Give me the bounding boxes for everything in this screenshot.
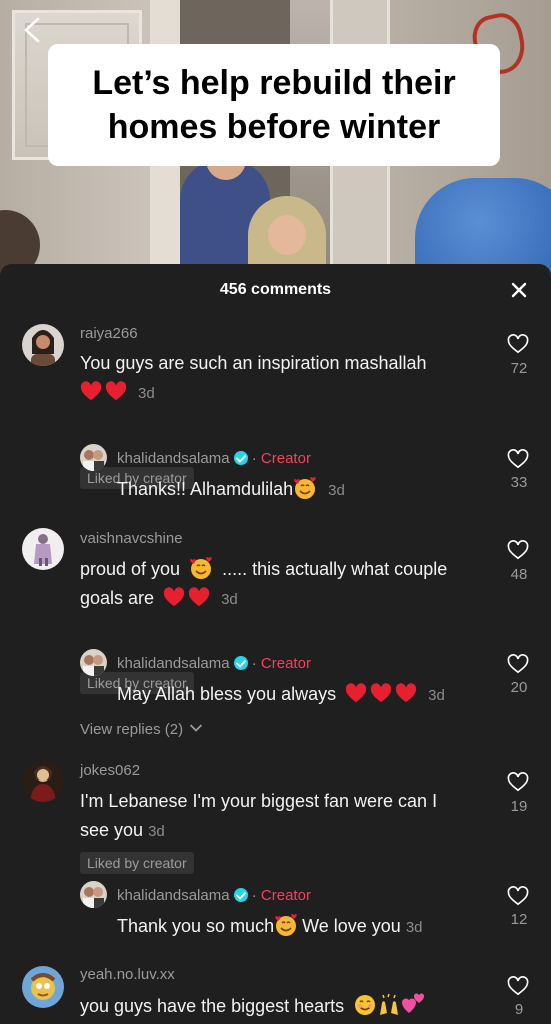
avatar[interactable]	[80, 444, 107, 471]
avatar[interactable]	[22, 966, 64, 1008]
liked-by-creator-badge: Liked by creator	[80, 852, 194, 874]
comment-username[interactable]: khalidandsalama · Creator	[117, 655, 311, 672]
video-background[interactable]: Let’s help rebuild their homes before wi…	[0, 0, 551, 280]
video-scene-person-head	[268, 215, 306, 255]
avatar[interactable]	[80, 649, 107, 676]
smiling-face-with-hearts-emoji	[294, 477, 316, 499]
separator-dot: ·	[251, 450, 257, 467]
comment-time: 3d	[405, 919, 423, 936]
comment-text-line: I'm Lebanese I'm your biggest fan were c…	[80, 791, 438, 811]
reply-text: May Allah bless you always	[117, 684, 337, 704]
two-hearts-emoji	[402, 993, 425, 1013]
heart-outline-icon[interactable]	[507, 886, 529, 906]
comment-text-part: goals are	[80, 588, 155, 608]
chevron-down-icon	[190, 724, 203, 732]
comment-text-body: you guys have the biggest hearts	[80, 996, 345, 1016]
red-heart-emoji	[345, 683, 367, 703]
comment-time: 3d	[148, 823, 165, 840]
red-heart-emoji	[163, 587, 185, 607]
view-replies-button[interactable]: View replies (2)	[80, 721, 203, 738]
comment-text: you guys have the biggest hearts	[80, 992, 500, 1021]
smiling-face-with-hearts-emoji	[190, 557, 212, 579]
like-count: 20	[510, 679, 528, 696]
like-count: 19	[510, 798, 528, 815]
verified-badge-icon	[233, 451, 248, 465]
smiling-face-with-hearts-emoji	[275, 914, 297, 936]
red-heart-emoji	[188, 587, 210, 607]
comment-text-part: ..... this actually what couple	[222, 559, 448, 579]
creator-label: Creator	[260, 655, 311, 672]
comment-time: 3d	[221, 591, 238, 608]
reply-text: Thanks!! Alhamdulilah	[117, 479, 294, 499]
smiling-face-emoji	[355, 995, 376, 1015]
comment-text: proud of you ..... this actually what co…	[80, 555, 490, 614]
comment-text: I'm Lebanese I'm your biggest fan were c…	[80, 787, 490, 846]
view-replies-label: View replies (2)	[80, 721, 184, 738]
chevron-left-icon[interactable]	[20, 16, 44, 44]
like-count: 9	[514, 1001, 524, 1018]
verified-badge-icon	[233, 656, 248, 670]
comment-text-part: proud of you	[80, 559, 181, 579]
heart-outline-icon[interactable]	[507, 654, 529, 674]
comment-username[interactable]: raiya266	[80, 325, 138, 342]
red-heart-emoji	[370, 683, 392, 703]
comment-username[interactable]: vaishnavcshine	[80, 530, 183, 547]
creator-label: Creator	[260, 450, 311, 467]
creator-label: Creator	[260, 887, 311, 904]
verified-badge-icon	[233, 888, 248, 902]
heart-outline-icon[interactable]	[507, 334, 529, 354]
like-count: 12	[510, 911, 528, 928]
raised-hands-emoji	[380, 993, 399, 1015]
heart-outline-icon[interactable]	[507, 540, 529, 560]
comment-text: Thanks!! Alhamdulilah 3d	[117, 475, 497, 505]
comments-header: 456 comments	[0, 264, 551, 316]
comment-time: 3d	[138, 385, 155, 402]
like-count: 48	[510, 566, 528, 583]
comment-time: 3d	[428, 687, 445, 704]
like-count: 72	[510, 360, 528, 377]
heart-outline-icon[interactable]	[507, 449, 529, 469]
comment-time: 3d	[328, 482, 345, 499]
comment-text-line: see you	[80, 820, 144, 840]
comment-text: Thank you so much We love you 3d	[117, 912, 497, 942]
red-heart-emoji	[105, 381, 127, 401]
separator-dot: ·	[251, 655, 257, 672]
comment-text-body: You guys are such an inspiration mashall…	[80, 353, 427, 373]
avatar[interactable]	[22, 324, 64, 366]
heart-outline-icon[interactable]	[507, 772, 529, 792]
comment-username[interactable]: khalidandsalama · Creator	[117, 450, 311, 467]
reply-username[interactable]: khalidandsalama	[117, 655, 230, 672]
comment-text: You guys are such an inspiration mashall…	[80, 349, 490, 408]
close-icon[interactable]	[509, 280, 529, 300]
comments-sheet: 456 comments raiya266 You guys are such …	[0, 264, 551, 1024]
avatar[interactable]	[22, 528, 64, 570]
avatar[interactable]	[80, 881, 107, 908]
heart-outline-icon[interactable]	[507, 976, 529, 996]
red-heart-emoji	[395, 683, 417, 703]
reply-username[interactable]: khalidandsalama	[117, 887, 230, 904]
comment-text: May Allah bless you always 3d	[117, 680, 497, 710]
reply-text-part: Thank you so much	[117, 916, 275, 936]
avatar[interactable]	[22, 760, 64, 802]
red-heart-emoji	[80, 381, 102, 401]
separator-dot: ·	[251, 887, 257, 904]
comment-count: 456 comments	[219, 281, 332, 298]
comment-username[interactable]: jokes062	[80, 762, 140, 779]
reply-username[interactable]: khalidandsalama	[117, 450, 230, 467]
like-count: 33	[510, 474, 528, 491]
comment-username[interactable]: yeah.no.luv.xx	[80, 966, 175, 983]
video-caption: Let’s help rebuild their homes before wi…	[48, 44, 500, 166]
reply-text-part: We love you	[302, 916, 401, 936]
comment-username[interactable]: khalidandsalama · Creator	[117, 887, 311, 904]
